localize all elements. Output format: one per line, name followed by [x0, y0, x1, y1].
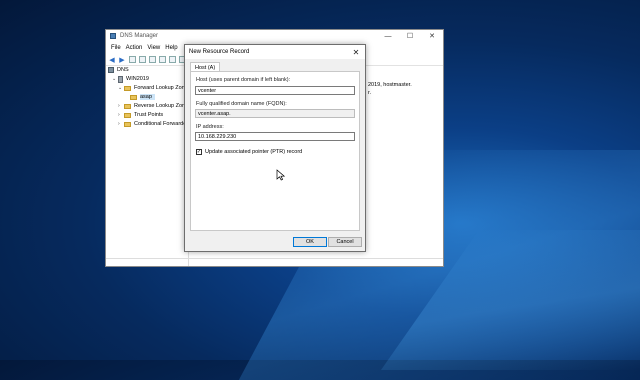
record-data-text: 2019, hostmaster.	[368, 82, 412, 88]
folder-icon	[124, 121, 131, 127]
ptr-checkbox-label: Update associated pointer (PTR) record	[205, 149, 303, 155]
list-view-icon[interactable]	[149, 56, 156, 63]
menu-help[interactable]: Help	[165, 45, 177, 51]
title-bar: DNS Manager — ☐ ✕	[106, 30, 443, 42]
dialog-title: New Resource Record	[189, 49, 250, 55]
console-tree: DNS ⌄ WIN2019 ⌄ Forward Lookup Zones asa…	[106, 66, 191, 266]
maximize-button[interactable]: ☐	[399, 30, 421, 42]
show-tree-icon[interactable]	[139, 56, 146, 63]
folder-icon	[124, 103, 131, 109]
ip-address-label: IP address:	[196, 124, 224, 130]
refresh-icon[interactable]	[159, 56, 166, 63]
window-controls: — ☐ ✕	[377, 30, 443, 42]
host-label: Host (uses parent domain if left blank):	[196, 77, 291, 83]
ptr-checkbox[interactable]: ✓	[196, 149, 202, 155]
folder-icon	[124, 112, 131, 118]
fqdn-label: Fully qualified domain name (FQDN):	[196, 101, 287, 107]
export-list-icon[interactable]	[169, 56, 176, 63]
close-button[interactable]: ✕	[421, 30, 443, 42]
tree-item-asap[interactable]: asap	[130, 93, 155, 101]
tree-item-reverse-lookup-zones[interactable]: › Reverse Lookup Zones	[118, 102, 191, 110]
tree-item-server[interactable]: ⌄ WIN2019	[112, 75, 149, 83]
fqdn-field: vcenter.asap.	[195, 109, 355, 118]
folder-icon	[124, 85, 131, 91]
dialog-title-bar: New Resource Record ✕	[185, 45, 365, 59]
tree-item-label: asap	[140, 94, 155, 100]
host-input[interactable]: vcenter	[195, 86, 355, 95]
tree-item-forward-lookup-zones[interactable]: ⌄ Forward Lookup Zones	[118, 84, 191, 92]
mouse-pointer-icon	[276, 169, 286, 181]
new-resource-record-dialog: New Resource Record ✕ Host (A) Host (use…	[184, 44, 366, 252]
back-arrow-icon[interactable]: ◀	[108, 56, 116, 64]
dns-icon	[108, 67, 114, 73]
tree-item-conditional-forwarders[interactable]: › Conditional Forwarders	[118, 120, 191, 128]
ip-address-input[interactable]: 10.168.229.230	[195, 132, 355, 141]
record-data-text: r.	[368, 90, 372, 96]
status-bar	[106, 258, 443, 266]
forward-arrow-icon[interactable]: ▶	[118, 56, 126, 64]
ptr-checkbox-row[interactable]: ✓ Update associated pointer (PTR) record	[196, 149, 302, 155]
close-icon[interactable]: ✕	[350, 46, 362, 58]
minimize-button[interactable]: —	[377, 30, 399, 42]
window-title: DNS Manager	[120, 33, 159, 39]
menu-action[interactable]: Action	[126, 45, 143, 51]
cancel-button[interactable]: Cancel	[328, 237, 362, 247]
up-folder-icon[interactable]	[129, 56, 136, 63]
zone-icon	[130, 94, 137, 100]
menu-file[interactable]: File	[111, 45, 121, 51]
tree-item-trust-points[interactable]: › Trust Points	[118, 111, 163, 119]
ok-button[interactable]: OK	[293, 237, 327, 247]
server-icon	[118, 75, 123, 83]
menu-view[interactable]: View	[147, 45, 160, 51]
host-record-panel: Host (uses parent domain if left blank):…	[190, 71, 360, 231]
tree-item-dns[interactable]: DNS	[108, 66, 129, 74]
dns-manager-icon	[110, 33, 116, 39]
